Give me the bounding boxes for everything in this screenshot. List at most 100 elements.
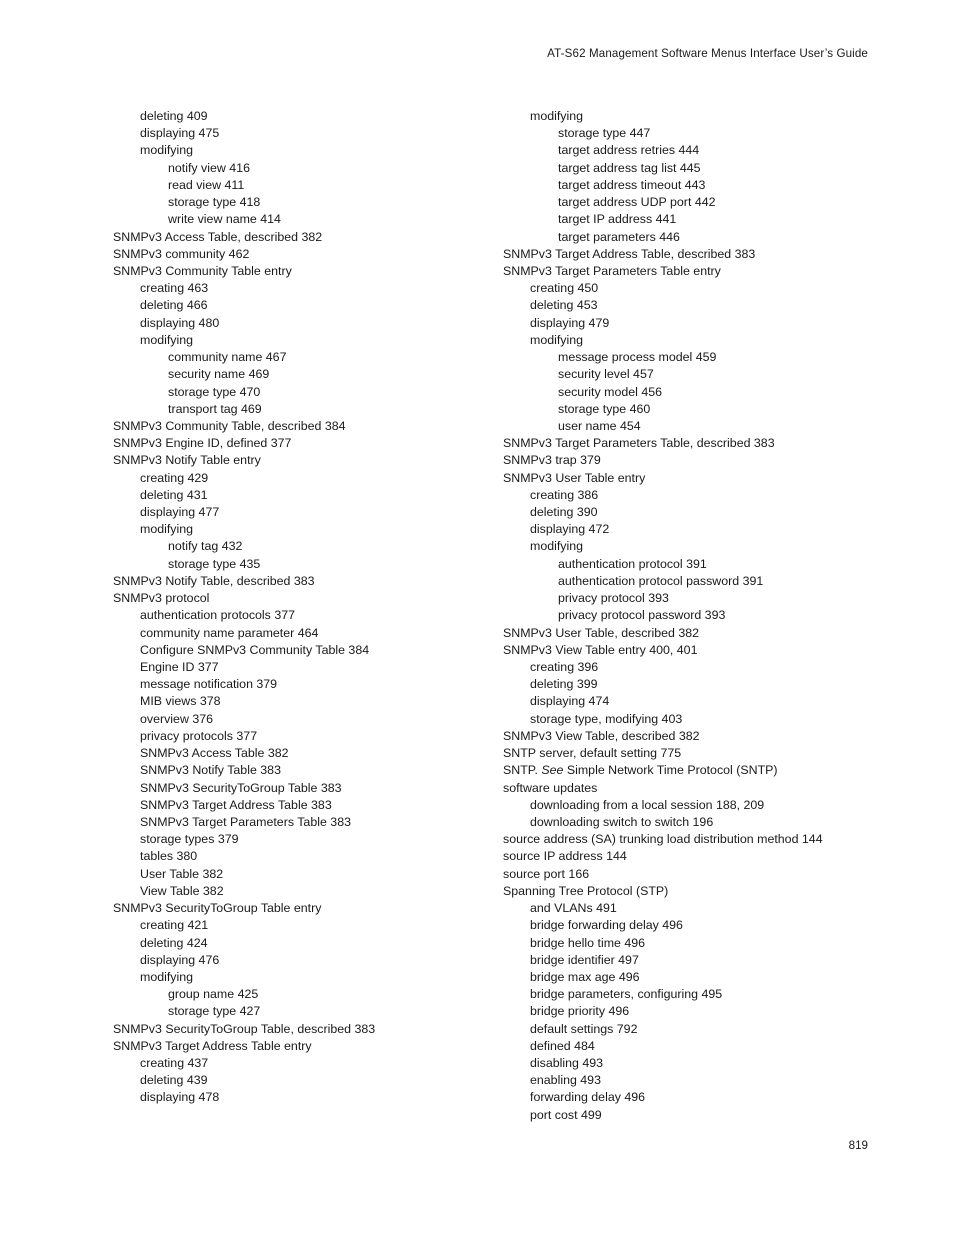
index-entry: storage type 435 xyxy=(168,556,261,571)
index-entry: SNMPv3 Community Table, described 384 xyxy=(113,418,346,433)
index-page: AT-S62 Management Software Menus Interfa… xyxy=(0,0,954,1235)
index-entry: SNMPv3 Target Parameters Table 383 xyxy=(140,814,351,829)
index-entry: privacy protocol 393 xyxy=(558,591,669,606)
index-entry: displaying 472 xyxy=(530,522,610,537)
index-entry: and VLANs 491 xyxy=(530,901,617,916)
index-entry: creating 429 xyxy=(140,470,209,485)
index-entry: SNMPv3 trap 379 xyxy=(503,453,601,468)
index-entry: source IP address 144 xyxy=(503,849,627,864)
index-entry: SNMPv3 protocol xyxy=(113,591,210,606)
index-entry: storage type 470 xyxy=(168,384,261,399)
running-header-title: AT-S62 Management Software Menus Interfa… xyxy=(547,47,868,60)
index-entry: target address timeout 443 xyxy=(558,177,706,192)
index-entry: deleting 390 xyxy=(530,505,598,520)
index-entry: SNMPv3 User Table entry xyxy=(503,470,646,485)
index-entry: View Table 382 xyxy=(140,883,224,898)
index-entry: notify tag 432 xyxy=(168,539,243,554)
index-entry: bridge forwarding delay 496 xyxy=(530,918,683,933)
index-entry: SNMPv3 community 462 xyxy=(113,246,250,261)
index-entry: bridge hello time 496 xyxy=(530,935,646,950)
index-entry: modifying xyxy=(140,143,194,158)
index-entry: SNTP. See Simple Network Time Protocol (… xyxy=(503,763,778,778)
index-entry: storage type, modifying 403 xyxy=(530,711,683,726)
index-entry: creating 463 xyxy=(140,281,209,296)
index-entry: creating 421 xyxy=(140,918,209,933)
index-entry: source address (SA) trunking load distri… xyxy=(503,832,823,847)
index-entry: SNMPv3 SecurityToGroup Table, described … xyxy=(113,1021,376,1036)
index-entry: target IP address 441 xyxy=(558,212,677,227)
index-entry: SNMPv3 SecurityToGroup Table entry xyxy=(113,901,322,916)
index-entry: forwarding delay 496 xyxy=(530,1090,646,1105)
index-entry: SNMPv3 Target Address Table, described 3… xyxy=(503,246,756,261)
index-entry: write view name 414 xyxy=(168,212,281,227)
index-entry: bridge parameters, configuring 495 xyxy=(530,987,723,1002)
index-entry: displaying 477 xyxy=(140,505,220,520)
index-entry: displaying 479 xyxy=(530,315,610,330)
index-entry: security model 456 xyxy=(558,384,662,399)
index-entry: port cost 499 xyxy=(530,1107,602,1122)
index-entry: source port 166 xyxy=(503,866,590,881)
index-entry: storage type 460 xyxy=(558,401,651,416)
index-entry: creating 386 xyxy=(530,487,599,502)
index-entry: tables 380 xyxy=(140,849,198,864)
index-entry: community name parameter 464 xyxy=(140,625,319,640)
index-entry: storage type 418 xyxy=(168,195,261,210)
index-entry: modifying xyxy=(530,109,584,123)
index-entry: SNMPv3 Target Parameters Table, describe… xyxy=(503,436,775,451)
index-entry: deleting 453 xyxy=(530,298,598,313)
index-entry: SNMPv3 Notify Table entry xyxy=(113,453,261,468)
index-entry: SNMPv3 Access Table, described 382 xyxy=(113,229,323,244)
index-entry: target parameters 446 xyxy=(558,229,680,244)
index-entry: message notification 379 xyxy=(140,677,278,692)
index-entry: authentication protocol 391 xyxy=(558,556,707,571)
index-entry: default settings 792 xyxy=(530,1021,638,1036)
index-entry: privacy protocol password 393 xyxy=(558,608,726,623)
index-entry: community name 467 xyxy=(168,350,287,365)
index-entry: displaying 480 xyxy=(140,315,220,330)
index-entry: SNMPv3 Notify Table, described 383 xyxy=(113,573,315,588)
index-entry: enabling 493 xyxy=(530,1073,601,1088)
index-entry: modifying xyxy=(530,539,584,554)
index-entry: deleting 399 xyxy=(530,677,598,692)
index-entry: storage type 427 xyxy=(168,1004,261,1019)
index-entry: SNMPv3 User Table, described 382 xyxy=(503,625,700,640)
index-entry: modifying xyxy=(140,969,194,984)
index-entry: creating 450 xyxy=(530,281,599,296)
index-entry: SNMPv3 View Table entry 400, 401 xyxy=(503,642,698,657)
index-entry: disabling 493 xyxy=(530,1056,604,1071)
index-entry: displaying 475 xyxy=(140,126,220,141)
index-entry: creating 437 xyxy=(140,1056,209,1071)
index-entry: Engine ID 377 xyxy=(140,660,219,674)
index-entry: modifying xyxy=(530,332,584,347)
index-entry: bridge identifier 497 xyxy=(530,952,639,967)
index-column-left: deleting 409 displaying 475 modifying notif… xyxy=(113,108,483,1107)
index-entry: displaying 478 xyxy=(140,1090,220,1105)
index-entry: SNMPv3 View Table, described 382 xyxy=(503,728,700,743)
index-entry: bridge max age 496 xyxy=(530,969,640,984)
index-entry: SNMPv3 Target Address Table 383 xyxy=(140,797,332,812)
index-entry: security level 457 xyxy=(558,367,654,382)
index-entry: SNMPv3 SecurityToGroup Table 383 xyxy=(140,780,342,795)
index-entry: software updates xyxy=(503,780,598,795)
index-entry: target address UDP port 442 xyxy=(558,195,716,210)
index-entry: user name 454 xyxy=(558,418,641,433)
index-entry: target address retries 444 xyxy=(558,143,700,158)
index-entry: SNMPv3 Notify Table 383 xyxy=(140,763,281,778)
index-entry-list-right: modifying storage type 447 target address … xyxy=(503,108,903,1124)
index-entry: deleting 409 xyxy=(140,109,208,123)
index-entry: User Table 382 xyxy=(140,866,224,881)
index-entry: SNMPv3 Community Table entry xyxy=(113,263,292,278)
index-entry: deleting 466 xyxy=(140,298,208,313)
index-entry: displaying 474 xyxy=(530,694,610,709)
index-entry: read view 411 xyxy=(168,177,245,192)
index-entry: displaying 476 xyxy=(140,952,220,967)
index-entry: SNMPv3 Engine ID, defined 377 xyxy=(113,436,292,451)
index-entry: target address tag list 445 xyxy=(558,160,701,175)
index-entry: modifying xyxy=(140,522,194,537)
index-entry: privacy protocols 377 xyxy=(140,728,258,743)
index-entry: downloading switch to switch 196 xyxy=(530,814,714,829)
index-entry: authentication protocols 377 xyxy=(140,608,295,623)
index-entry: SNMPv3 Access Table 382 xyxy=(140,746,289,761)
index-entry: downloading from a local session 188, 20… xyxy=(530,797,765,812)
index-entry: creating 396 xyxy=(530,660,599,674)
